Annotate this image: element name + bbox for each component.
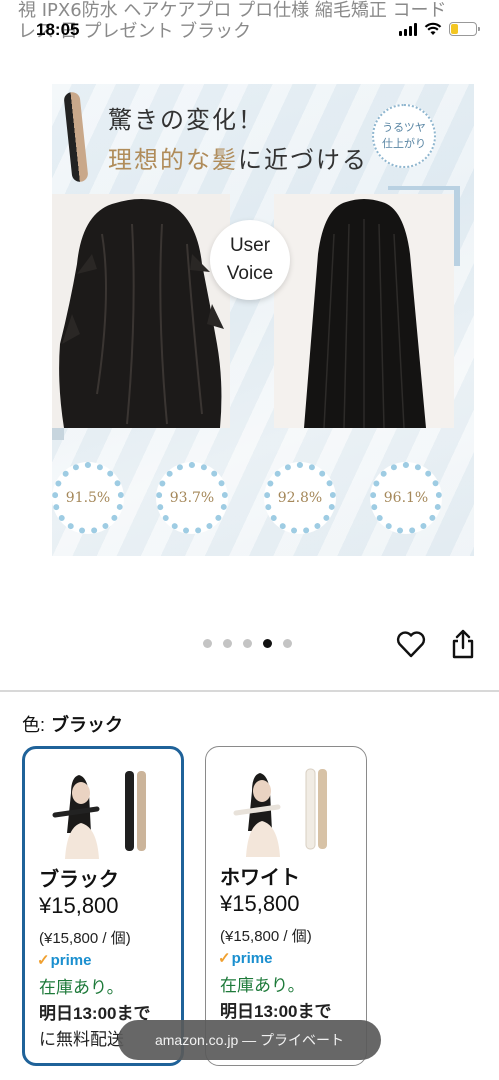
variant-price: ¥15,800 xyxy=(220,891,300,916)
share-icon[interactable] xyxy=(450,628,476,660)
stock-status: 在庫あり。 xyxy=(39,978,124,997)
toast-text: amazon.co.jp — プライベート xyxy=(154,1032,345,1048)
carousel-dot[interactable] xyxy=(203,639,212,648)
carousel-dot[interactable] xyxy=(263,639,272,648)
white-variant-image xyxy=(232,761,342,857)
carousel-dot[interactable] xyxy=(223,639,232,648)
check-icon: ✓ xyxy=(37,952,50,969)
badge-line2: 仕上がり xyxy=(382,137,426,150)
color-option-white[interactable]: ホワイト ¥15,800 (¥15,800 / 個) ✓prime 在庫あり。 … xyxy=(205,746,367,1066)
delivery-info-2: に無料配送 xyxy=(39,1030,124,1049)
color-option-black[interactable]: ブラック ¥15,800 (¥15,800 / 個) ✓prime 在庫あり。 … xyxy=(22,746,184,1066)
signal-icon xyxy=(399,22,417,36)
product-image-banner[interactable]: 驚きの変化！ 理想的な髪に近づける うるツヤ 仕上がり User Voice 9… xyxy=(52,84,474,556)
stock-status: 在庫あり。 xyxy=(220,976,305,995)
variant-unit-price: (¥15,800 / 個) xyxy=(39,930,131,947)
wifi-icon xyxy=(424,22,442,35)
status-icons xyxy=(399,22,480,36)
stat-circle: 92.8% xyxy=(264,462,336,534)
section-divider xyxy=(0,690,499,692)
stat-value: 91.5% xyxy=(65,490,111,506)
color-label: 色: ブラック xyxy=(22,711,123,737)
prime-badge: ✓prime xyxy=(37,951,91,969)
variant-unit-price: (¥15,800 / 個) xyxy=(220,928,312,945)
before-hair-photo xyxy=(52,194,230,428)
stats-row: 91.5% 93.7% 92.8% 96.1% xyxy=(52,462,474,534)
banner-headline-1: 驚きの変化！ xyxy=(108,106,264,134)
carousel-dot[interactable] xyxy=(243,639,252,648)
user-voice-line2: Voice xyxy=(226,263,274,284)
stat-value: 93.7% xyxy=(169,490,215,506)
stat-circle: 91.5% xyxy=(52,462,124,534)
heart-icon[interactable] xyxy=(396,630,426,658)
stat-circle: 93.7% xyxy=(156,462,228,534)
stat-value: 92.8% xyxy=(277,490,323,506)
user-voice-line1: User xyxy=(229,235,271,256)
prime-label: prime xyxy=(50,952,92,969)
battery-icon xyxy=(449,22,480,36)
hair-iron-image xyxy=(63,91,89,183)
stat-circle: 96.1% xyxy=(370,462,442,534)
delivery-info: 明日13:00まで xyxy=(220,1002,332,1021)
banner-headline-rest: に近づける xyxy=(238,146,368,174)
banner-headline-2: 理想的な髪に近づける xyxy=(108,140,368,175)
status-time: 18:05 xyxy=(36,20,80,39)
black-variant-image xyxy=(51,763,161,859)
after-hair-photo xyxy=(274,194,454,428)
browser-url-toast[interactable]: amazon.co.jp — プライベート xyxy=(118,1020,381,1060)
check-icon: ✓ xyxy=(218,950,231,967)
badge-line1: うるツヤ xyxy=(382,121,426,134)
variant-price: ¥15,800 xyxy=(39,893,119,918)
selected-color-name: ブラック xyxy=(51,715,124,735)
prime-badge: ✓prime xyxy=(218,949,272,967)
decor-bar xyxy=(454,186,460,266)
variant-name: ブラック xyxy=(39,869,119,891)
user-voice-badge: User Voice xyxy=(210,220,290,300)
carousel-indicator xyxy=(203,639,292,648)
banner-headline-gold: 理想的な髪 xyxy=(108,146,238,174)
carousel-dot[interactable] xyxy=(283,639,292,648)
stat-value: 96.1% xyxy=(383,490,429,506)
finish-badge: うるツヤ 仕上がり xyxy=(372,104,436,168)
variant-name: ホワイト xyxy=(220,867,300,889)
prime-label: prime xyxy=(231,950,273,967)
color-label-prefix: 色: xyxy=(22,715,46,735)
product-title-line1: 視 IPX6防水 ヘアケアプロ プロ仕様 縮毛矯正 コード xyxy=(18,0,447,21)
